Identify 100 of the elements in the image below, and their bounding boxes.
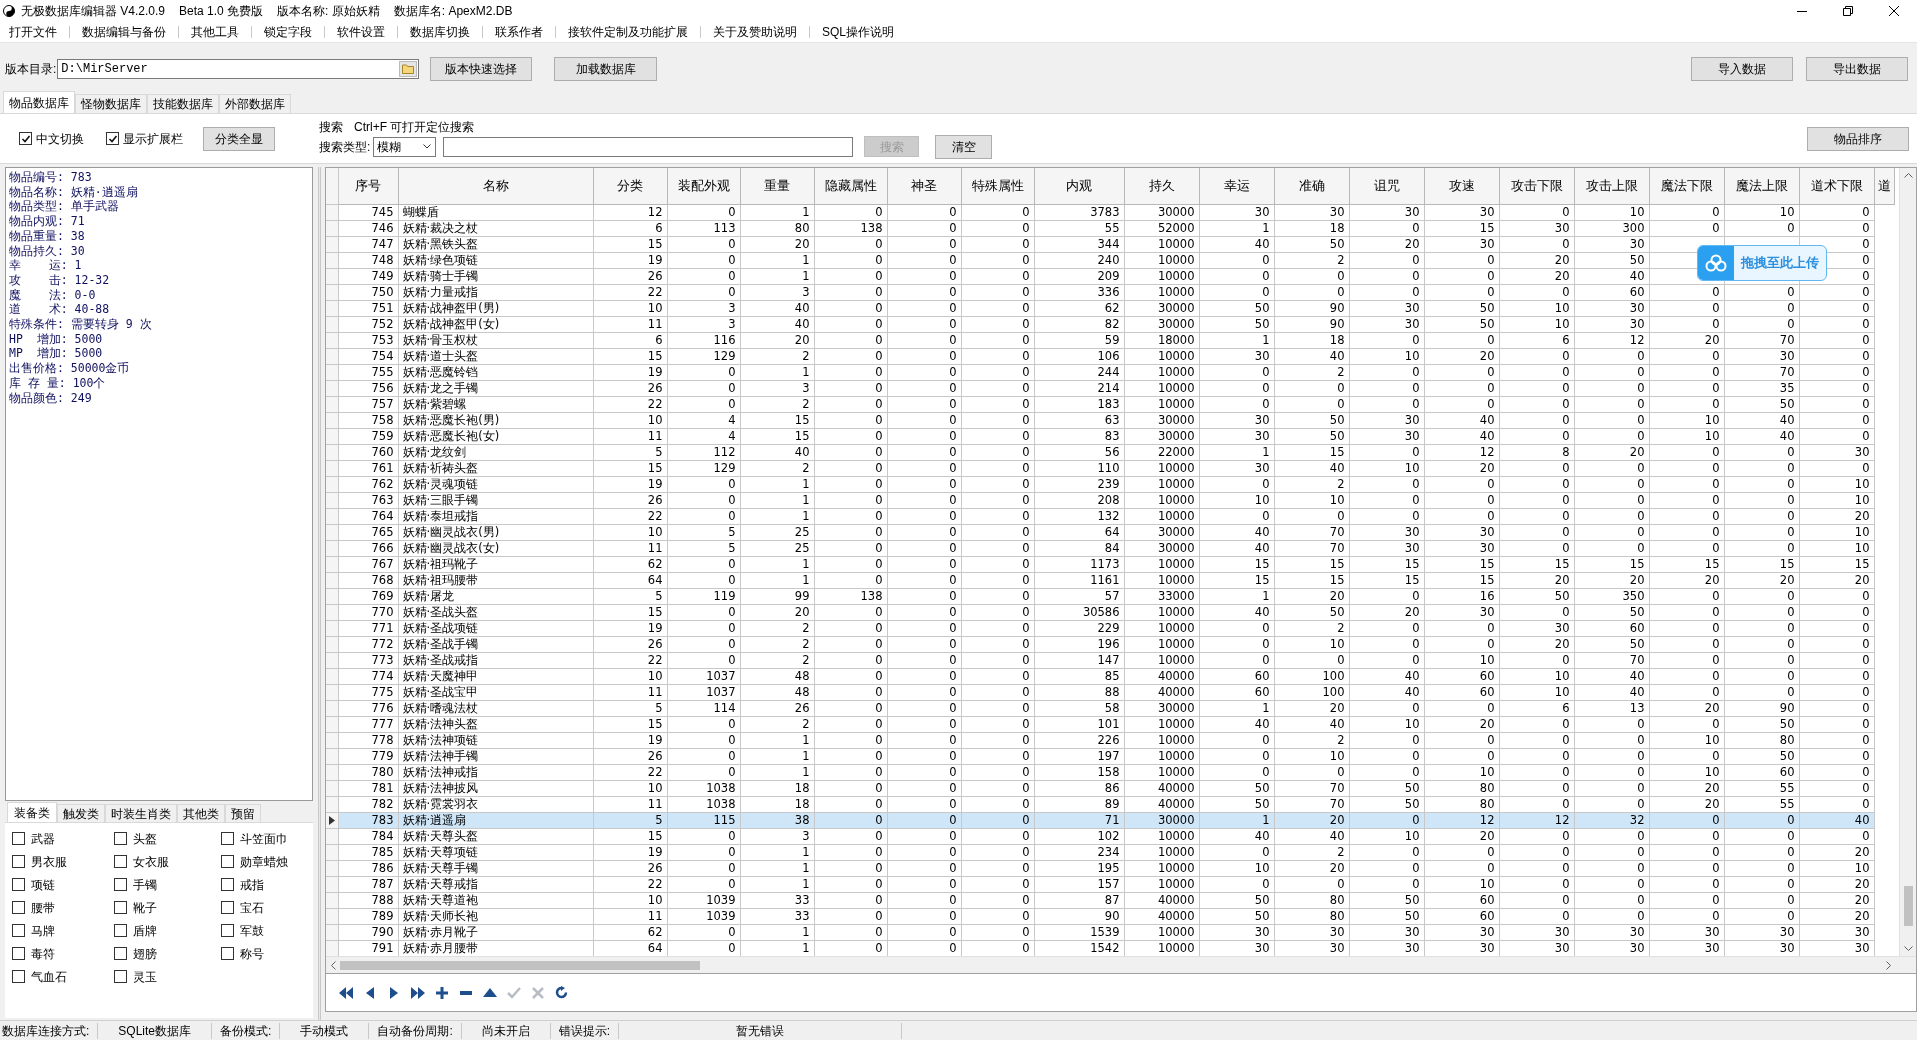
- sort-button[interactable]: 物品排序: [1807, 126, 1909, 151]
- column-header[interactable]: 神圣: [887, 168, 961, 204]
- column-header[interactable]: 重量: [740, 168, 814, 204]
- tab[interactable]: 怪物数据库: [75, 94, 147, 113]
- column-header[interactable]: 道术下限: [1799, 168, 1874, 204]
- toolbar-button[interactable]: 加载数据库: [554, 57, 658, 81]
- checkbox[interactable]: [114, 832, 127, 845]
- column-header[interactable]: 准确: [1274, 168, 1349, 204]
- scroll-down-icon[interactable]: [1903, 946, 1913, 951]
- checkbox[interactable]: [12, 855, 25, 868]
- column-header[interactable]: 名称: [398, 168, 593, 204]
- category-tab[interactable]: 预留: [225, 804, 261, 822]
- column-header[interactable]: 攻击下限: [1499, 168, 1574, 204]
- column-header[interactable]: 幸运: [1199, 168, 1274, 204]
- checkbox[interactable]: [221, 855, 234, 868]
- checkbox[interactable]: [221, 947, 234, 960]
- table-cell: 10000: [1157, 844, 1195, 859]
- minimize-icon[interactable]: [1797, 10, 1807, 12]
- status-label: 错误提示:: [557, 1022, 612, 1040]
- scroll-left-icon[interactable]: [331, 960, 336, 970]
- checkbox[interactable]: [114, 878, 127, 891]
- tab[interactable]: 外部数据库: [219, 94, 291, 113]
- column-header[interactable]: 魔法下限: [1649, 168, 1724, 204]
- table-cell: 0: [1637, 508, 1645, 523]
- menu-item[interactable]: 锁定字段: [261, 23, 315, 41]
- table-cell: 0: [1412, 620, 1420, 635]
- category-tab[interactable]: 装备类: [7, 802, 57, 822]
- menu-item[interactable]: 数据库切换: [407, 23, 473, 41]
- category-tab[interactable]: 其他类: [177, 804, 225, 822]
- show-all-button[interactable]: 分类全显: [203, 126, 275, 151]
- horizontal-scroll-thumb[interactable]: [340, 960, 700, 970]
- checkbox[interactable]: [221, 924, 234, 937]
- toolbar-button[interactable]: 版本快速选择: [430, 57, 533, 81]
- table-cell: 妖精·天师长袍: [402, 908, 479, 923]
- checkbox[interactable]: [106, 132, 119, 145]
- minus-icon[interactable]: [460, 990, 472, 995]
- checkbox[interactable]: [12, 970, 25, 983]
- checkbox[interactable]: [12, 924, 25, 937]
- table-cell: 138: [860, 220, 883, 235]
- browse-button[interactable]: [399, 61, 418, 77]
- table-cell: 113: [713, 220, 736, 235]
- menu-item[interactable]: SQL操作说明: [819, 23, 897, 41]
- scroll-up-icon[interactable]: [1903, 173, 1913, 178]
- category-tab[interactable]: 触发类: [57, 804, 105, 822]
- up-triangle-icon[interactable]: [483, 988, 497, 997]
- checkbox[interactable]: [114, 970, 127, 983]
- column-header[interactable]: 诅咒: [1349, 168, 1424, 204]
- column-header[interactable]: 装配外观: [667, 168, 740, 204]
- search-input[interactable]: [443, 136, 854, 157]
- menu-item[interactable]: 关于及赞助说明: [710, 23, 800, 41]
- table-cell: 0: [949, 268, 957, 283]
- close-icon[interactable]: [1889, 6, 1899, 16]
- table-cell: 101: [1097, 716, 1120, 731]
- table-cell: 30000: [1157, 540, 1195, 555]
- table-cell: 788: [371, 892, 394, 907]
- scroll-right-icon[interactable]: [1886, 960, 1891, 970]
- table-cell: 0: [1862, 252, 1870, 267]
- menu-item[interactable]: 软件设置: [334, 23, 388, 41]
- table-cell: 50: [1254, 892, 1270, 907]
- restore-icon[interactable]: [1843, 6, 1853, 16]
- checkbox[interactable]: [221, 878, 234, 891]
- clear-button[interactable]: 清空: [935, 134, 993, 159]
- column-header[interactable]: 内观: [1034, 168, 1124, 204]
- menu-item[interactable]: 接软件定制及功能扩展: [565, 23, 691, 41]
- table-cell: 196: [1097, 636, 1120, 651]
- toolbar-button[interactable]: 导出数据: [1806, 57, 1908, 81]
- column-header[interactable]: 序号: [338, 168, 398, 204]
- checkbox[interactable]: [221, 901, 234, 914]
- checkbox[interactable]: [114, 901, 127, 914]
- checkbox[interactable]: [114, 855, 127, 868]
- checkbox[interactable]: [221, 832, 234, 845]
- menu-item[interactable]: 其他工具: [188, 23, 242, 41]
- column-header[interactable]: 道: [1874, 168, 1894, 204]
- toolbar-button[interactable]: 导入数据: [1691, 57, 1793, 81]
- table-cell: 40: [794, 300, 810, 315]
- menu-item[interactable]: 联系作者: [492, 23, 546, 41]
- checkbox[interactable]: [12, 901, 25, 914]
- vertical-scroll-thumb[interactable]: [1903, 886, 1913, 926]
- checkbox[interactable]: [12, 832, 25, 845]
- table-cell: 40: [794, 316, 810, 331]
- column-header[interactable]: 攻速: [1424, 168, 1499, 204]
- menu-item[interactable]: 数据编辑与备份: [79, 23, 169, 41]
- search-type-select[interactable]: 模糊: [373, 136, 437, 157]
- column-header[interactable]: 特殊属性: [961, 168, 1034, 204]
- checkbox[interactable]: [12, 878, 25, 891]
- column-header[interactable]: 隐藏属性: [814, 168, 887, 204]
- tab[interactable]: 技能数据库: [147, 94, 219, 113]
- checkbox[interactable]: [12, 947, 25, 960]
- column-header[interactable]: 攻击上限: [1574, 168, 1649, 204]
- checkbox[interactable]: [114, 947, 127, 960]
- category-tab[interactable]: 时装生肖类: [105, 804, 177, 822]
- column-header[interactable]: 分类: [593, 168, 667, 204]
- column-header[interactable]: 持久: [1124, 168, 1199, 204]
- checkbox[interactable]: [114, 924, 127, 937]
- checkbox[interactable]: [19, 132, 32, 145]
- table-cell: 50: [1479, 316, 1495, 331]
- menu-item[interactable]: 打开文件: [6, 23, 60, 41]
- column-header[interactable]: 魔法上限: [1724, 168, 1799, 204]
- path-field[interactable]: D:\MirServer: [57, 59, 420, 79]
- tab[interactable]: 物品数据库: [3, 91, 75, 113]
